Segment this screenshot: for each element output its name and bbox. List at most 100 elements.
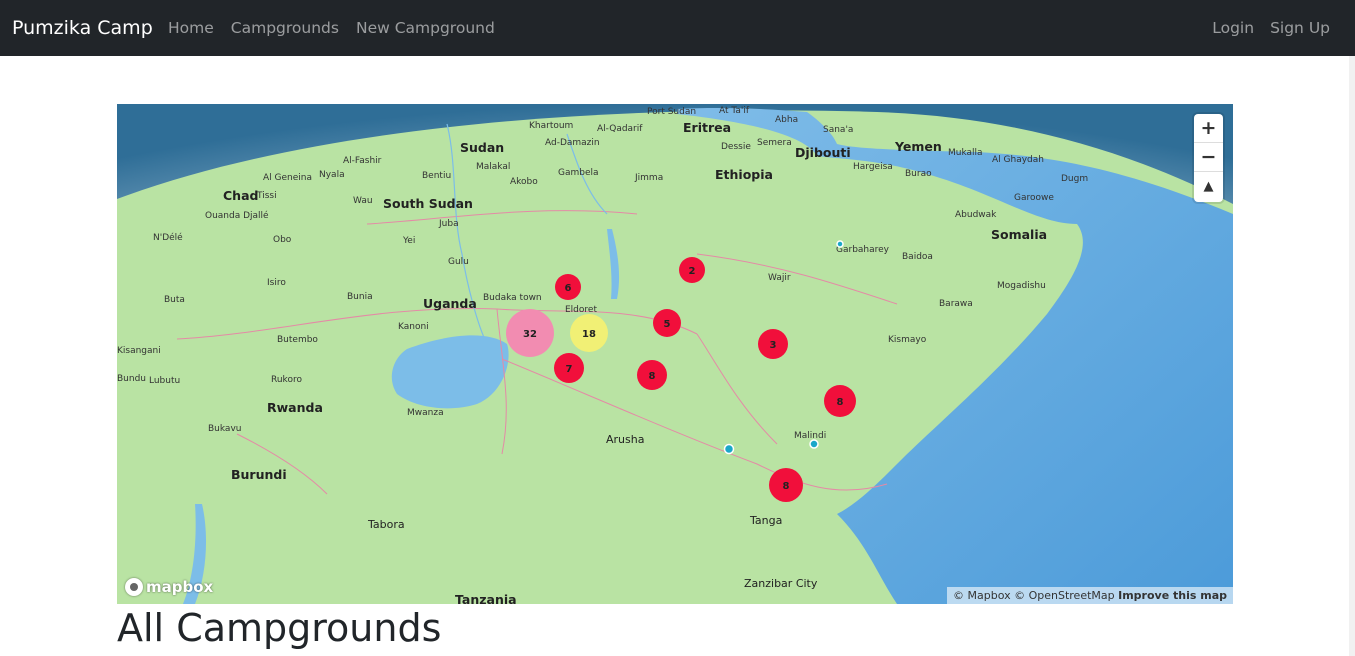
country-label: Yemen <box>894 139 942 154</box>
city-label: Arusha <box>606 433 644 446</box>
city-label: Al-Fashir <box>343 156 382 166</box>
city-label: Bundu <box>117 374 146 384</box>
country-label: Eritrea <box>683 120 731 135</box>
page-title: All Campgrounds <box>117 606 442 650</box>
page-scrollbar[interactable] <box>1349 56 1355 656</box>
city-label: Burao <box>905 169 932 179</box>
country-label: Djibouti <box>795 145 851 160</box>
city-label: Semera <box>757 138 792 148</box>
city-label: Wajir <box>768 273 791 283</box>
zoom-in-button[interactable]: + <box>1194 114 1223 143</box>
mapbox-logo-icon <box>125 578 143 596</box>
map-attribution: © Mapbox © OpenStreetMap Improve this ma… <box>947 587 1233 604</box>
city-label: Mogadishu <box>997 281 1046 291</box>
city-label: Buta <box>164 295 185 305</box>
map-navigation-control: + − ▲ <box>1194 114 1223 202</box>
attribution-text[interactable]: © Mapbox © OpenStreetMap <box>953 589 1115 602</box>
cluster-count: 32 <box>523 329 537 340</box>
city-label: Obo <box>273 235 292 245</box>
city-label: Sana'a <box>823 125 853 135</box>
auth-links: Login Sign Up <box>1212 17 1330 39</box>
city-label: Yei <box>402 236 415 246</box>
brand-logo-link[interactable]: Pumzika Camp <box>12 15 153 41</box>
city-label: Isiro <box>267 278 286 288</box>
cluster-count: 3 <box>770 340 777 351</box>
city-label: Tanga <box>749 514 782 527</box>
city-label: Garoowe <box>1014 193 1054 203</box>
improve-map-link[interactable]: Improve this map <box>1118 589 1227 602</box>
city-label: Budaka town <box>483 293 542 303</box>
city-label: Kismayo <box>888 335 927 345</box>
city-label: Port Sudan <box>647 107 696 117</box>
city-label: Garbaharey <box>836 245 890 255</box>
country-label: Rwanda <box>267 400 323 415</box>
zoom-out-button[interactable]: − <box>1194 143 1223 172</box>
cluster-count: 2 <box>689 266 696 277</box>
cluster-map[interactable]: Sudan South Sudan Ethiopia Eritrea Djibo… <box>117 104 1233 604</box>
nav-new-campground-link[interactable]: New Campground <box>356 17 495 39</box>
map-canvas[interactable]: Sudan South Sudan Ethiopia Eritrea Djibo… <box>117 104 1233 604</box>
city-label: Jimma <box>634 173 663 183</box>
country-label: Chad <box>223 188 258 203</box>
city-label: Ouanda Djallé <box>205 210 269 221</box>
country-label: Sudan <box>460 140 504 155</box>
poi-marker[interactable] <box>809 439 819 449</box>
city-label: Hargeisa <box>853 162 893 172</box>
signup-link[interactable]: Sign Up <box>1270 17 1330 39</box>
city-label: Mukalla <box>948 148 983 158</box>
country-label: South Sudan <box>383 196 473 211</box>
city-label: Butembo <box>277 335 318 345</box>
city-label: Gulu <box>448 257 469 267</box>
country-label: Somalia <box>991 227 1047 242</box>
city-label: Baidoa <box>902 252 933 262</box>
cluster-count: 6 <box>565 283 572 294</box>
city-label: Al-Qadarif <box>597 124 643 134</box>
city-label: Nyala <box>319 170 345 180</box>
city-label: Abudwak <box>955 210 997 220</box>
city-label: Akobo <box>510 177 538 187</box>
city-label: Rukoro <box>271 375 302 385</box>
country-label: Uganda <box>423 296 477 311</box>
country-label: Burundi <box>231 467 287 482</box>
nav-home-link[interactable]: Home <box>168 17 214 39</box>
city-label: Gambela <box>558 168 599 178</box>
city-label: Kanoni <box>398 322 429 332</box>
poi-marker[interactable] <box>723 443 735 455</box>
country-label: Tanzania <box>455 592 517 604</box>
city-label: Eldoret <box>565 305 597 315</box>
top-navbar: Pumzika Camp Home Campgrounds New Campgr… <box>0 0 1355 56</box>
city-label: Lubutu <box>149 376 180 386</box>
country-label: Ethiopia <box>715 167 773 182</box>
city-label: Tissi <box>256 191 277 201</box>
city-label: Abha <box>775 115 798 125</box>
city-label: Wau <box>353 196 373 206</box>
mapbox-logo[interactable]: mapbox <box>125 578 213 596</box>
city-label: Malakal <box>476 162 510 172</box>
mapbox-logo-text: mapbox <box>146 578 214 596</box>
compass-icon[interactable]: ▲ <box>1194 172 1223 201</box>
nav-campgrounds-link[interactable]: Campgrounds <box>231 17 339 39</box>
city-label: Bukavu <box>208 424 241 434</box>
cluster-count: 5 <box>664 319 671 330</box>
city-label: Al Geneina <box>263 173 312 183</box>
cluster-count: 8 <box>837 397 844 408</box>
cluster-count: 18 <box>582 329 596 340</box>
city-label: Bentiu <box>422 171 451 181</box>
city-label: Al Ghaydah <box>992 155 1044 165</box>
city-label: Juba <box>438 219 459 229</box>
login-link[interactable]: Login <box>1212 17 1254 39</box>
city-label: Ad-Damazin <box>545 138 600 148</box>
city-label: Dugm <box>1061 174 1088 184</box>
city-label: Dessie <box>721 142 751 152</box>
city-label: Kisangani <box>117 346 161 356</box>
city-label: Mwanza <box>407 408 444 418</box>
city-label: Khartoum <box>529 121 573 131</box>
nav-links: Home Campgrounds New Campground <box>168 17 495 39</box>
city-label: Tabora <box>367 518 405 531</box>
cluster-count: 8 <box>649 371 656 382</box>
poi-marker[interactable] <box>836 240 844 248</box>
city-label: Malindi <box>794 431 826 441</box>
city-label: Barawa <box>939 299 973 309</box>
cluster-count: 8 <box>783 481 790 492</box>
cluster-count: 7 <box>566 364 573 375</box>
